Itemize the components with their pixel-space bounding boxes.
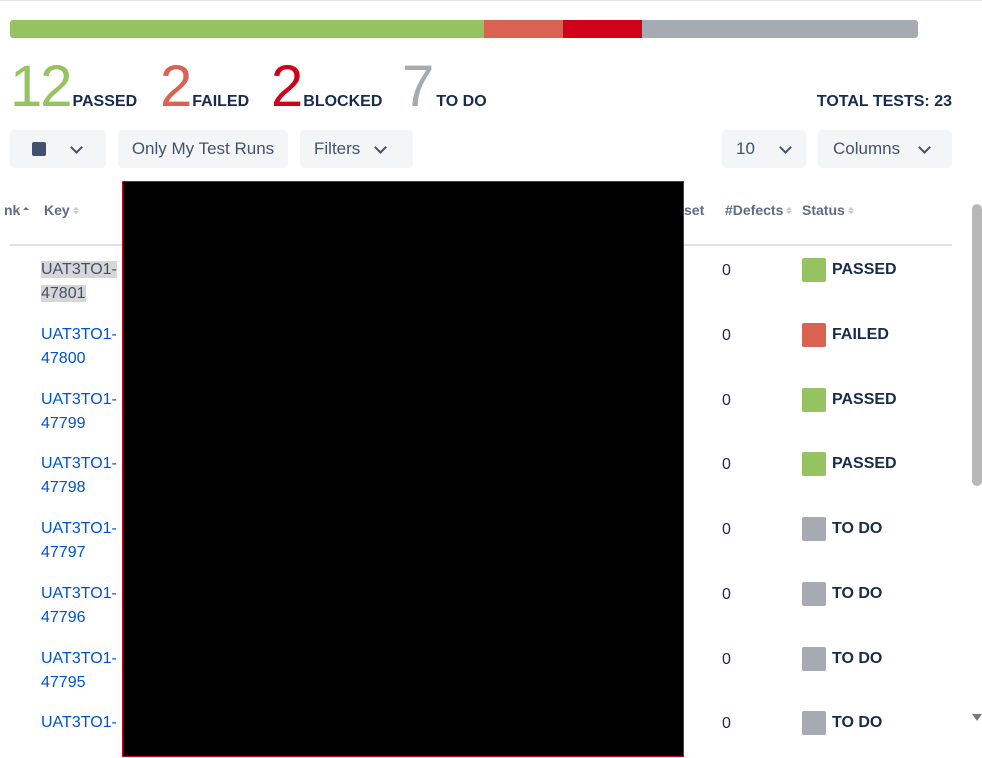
chevron-down-icon [918,140,931,154]
blocked-summary[interactable]: 2 BLOCKED [271,58,382,116]
bulk-select-dropdown[interactable] [10,130,106,168]
column-header-key[interactable]: Key [44,202,79,218]
test-run-key-link[interactable]: UAT3TO1- 47800 [41,323,121,371]
progress-failed [483,20,563,38]
filters-label: Filters [314,139,361,158]
test-run-key-link[interactable]: UAT3TO1- 47796 [41,582,121,630]
status-color-icon [802,582,826,606]
dataset-header-label: set [684,202,705,218]
status-color-icon [802,323,826,347]
defects-count: 0 [722,521,731,538]
chevron-down-icon [779,140,792,154]
status-badge: TO DO [802,647,882,671]
status-badge: TO DO [802,582,882,606]
status-color-icon [802,388,826,412]
only-my-test-runs-button[interactable]: Only My Test Runs [118,130,288,168]
todo-count: 7 [402,54,434,119]
progress-blocked [562,20,642,38]
filters-button[interactable]: Filters [300,130,413,168]
defects-count: 0 [722,456,731,473]
defects-count: 0 [722,392,731,409]
defects-count: 0 [722,715,731,732]
status-badge: PASSED [802,388,897,412]
status-badge: TO DO [802,517,882,541]
page-size-select[interactable]: 10 [722,130,806,168]
passed-summary[interactable]: 12 PASSED [10,58,137,116]
status-header-label: Status [802,202,845,218]
status-color-icon [802,258,826,282]
status-color-icon [802,711,826,735]
status-badge: PASSED [802,258,897,282]
status-badge: FAILED [802,323,889,347]
chevron-down-icon [374,140,388,154]
column-header-status[interactable]: Status [802,202,854,218]
passed-label: PASSED [72,93,138,110]
failed-label: FAILED [192,93,250,110]
sort-icon [847,206,854,214]
column-header-dataset[interactable]: set [684,202,704,218]
total-tests: TOTAL TESTS: 23 [816,93,952,110]
blocked-label: BLOCKED [303,93,383,110]
scroll-down-arrow-icon[interactable] [972,714,982,721]
test-run-key-link[interactable]: UAT3TO1- 47797 [41,517,121,565]
todo-summary[interactable]: 7 TO DO [402,58,487,116]
failed-count: 2 [160,54,192,119]
chevron-down-icon [70,140,83,154]
test-run-key-link[interactable]: UAT3TO1- [41,711,121,735]
only-my-test-runs-label: Only My Test Runs [131,139,275,158]
top-divider [0,0,982,1]
redacted-area [122,181,684,757]
defects-header-label: #Defects [725,202,784,218]
page-size-value: 10 [736,139,755,158]
status-badge: TO DO [802,711,882,735]
todo-label: TO DO [436,93,487,110]
scrollbar-thumb[interactable] [972,204,982,486]
key-header-label: Key [44,202,70,218]
test-run-key-link[interactable]: UAT3TO1- 47798 [41,452,121,500]
blocked-count: 2 [271,54,303,119]
defects-count: 0 [722,586,731,603]
test-run-key-link[interactable]: UAT3TO1- 47799 [41,388,121,436]
rank-header-label: nk [4,202,21,218]
test-run-key-link[interactable]: UAT3TO1- 47795 [41,647,121,695]
progress-passed [10,20,484,38]
status-color-icon [802,452,826,476]
sort-icon [23,206,30,214]
checkbox-icon [32,142,46,156]
columns-button[interactable]: Columns [818,130,952,168]
sort-icon [72,206,79,214]
column-header-rank[interactable]: nk [4,202,30,218]
defects-count: 0 [722,262,731,279]
sort-icon [786,206,793,214]
defects-count: 0 [722,651,731,668]
test-progress-bar [10,20,918,38]
status-badge: PASSED [802,452,897,476]
progress-todo [641,20,918,38]
columns-label: Columns [833,139,901,158]
column-header-defects[interactable]: #Defects [725,202,793,218]
status-color-icon [802,647,826,671]
test-run-key-link[interactable]: UAT3TO1- 47801 [41,258,121,306]
status-color-icon [802,517,826,541]
defects-count: 0 [722,327,731,344]
passed-count: 12 [10,54,72,119]
failed-summary[interactable]: 2 FAILED [160,58,249,116]
